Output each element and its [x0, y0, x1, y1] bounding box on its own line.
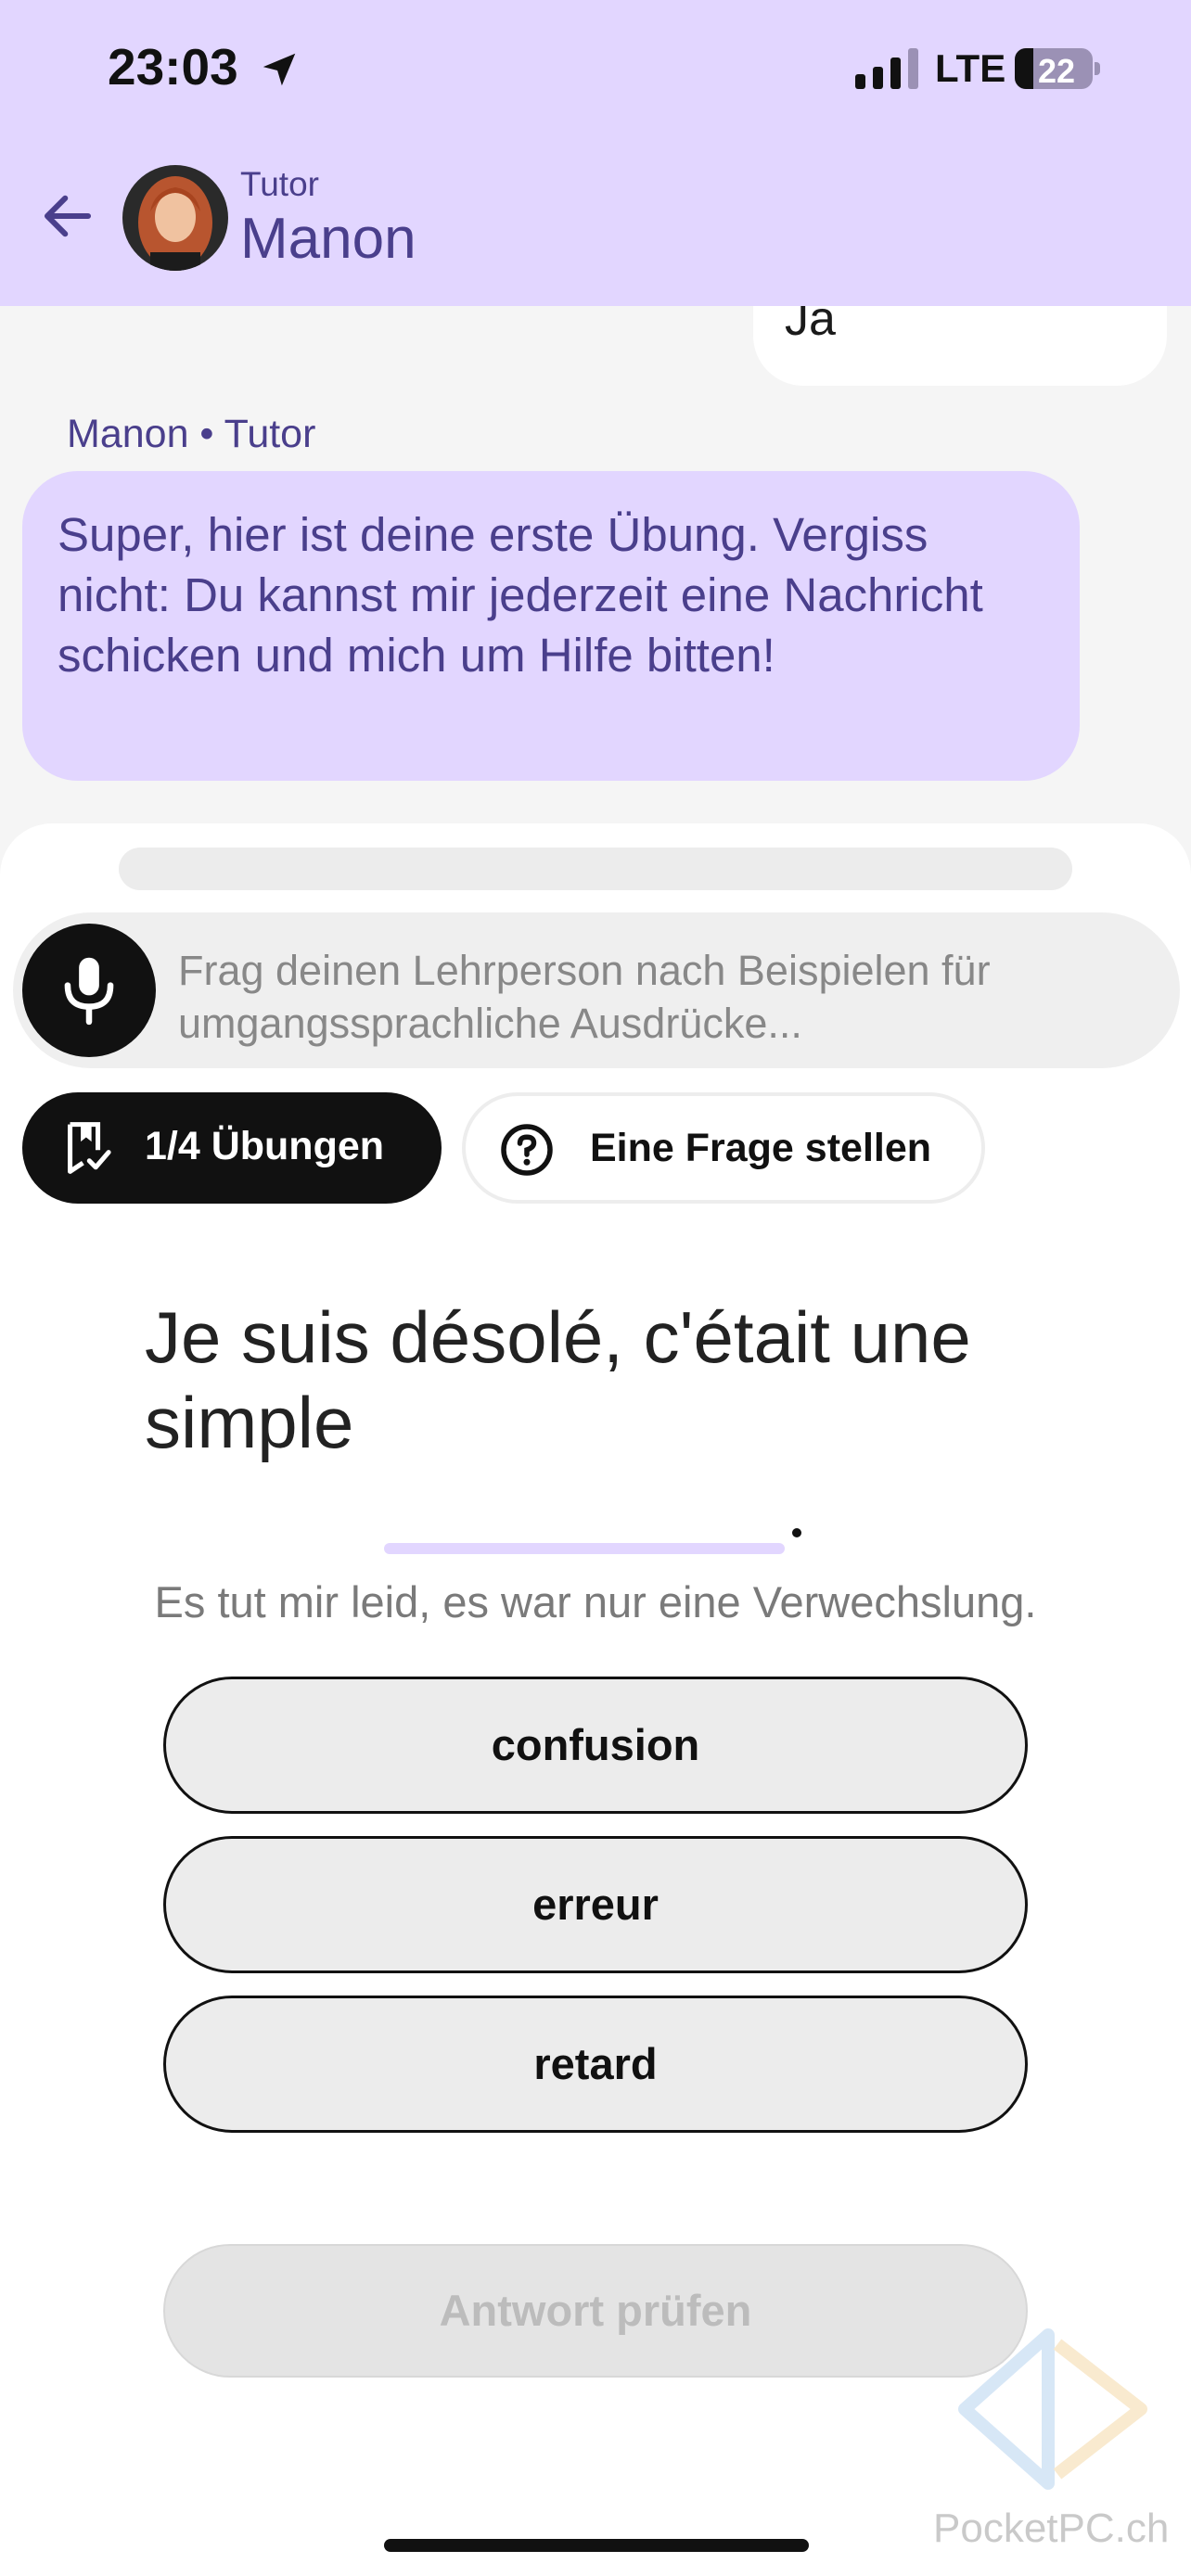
location-arrow-icon	[263, 53, 296, 86]
exercise-translation: Es tut mir leid, es war nur eine Verwech…	[154, 1577, 1037, 1626]
ask-question-button[interactable]: Eine Frage stellen	[462, 1092, 985, 1204]
battery-level: 22	[1037, 52, 1076, 90]
back-arrow-icon[interactable]	[37, 185, 98, 247]
sheet-drag-handle[interactable]	[119, 848, 1072, 890]
message-input-placeholder: Frag deinen Lehrperson nach Beispielen f…	[178, 947, 991, 1047]
signal-icon	[855, 48, 918, 89]
tutor-message-bubble: Super, hier ist deine erste Übung. Vergi…	[22, 471, 1080, 781]
question-circle-icon	[501, 1124, 553, 1176]
answer-option[interactable]: retard	[163, 1996, 1028, 2133]
microphone-icon	[64, 957, 114, 1026]
battery-icon: 22	[1015, 48, 1100, 90]
exercise-sentence: Je suis désolé, c'était une simple	[145, 1296, 971, 1463]
home-indicator	[384, 2539, 809, 2552]
header-title: Manon	[240, 207, 416, 271]
sentence-period	[792, 1528, 801, 1537]
app-header: 23:03 LTE 22 Tutor Manon	[0, 0, 1191, 306]
ask-question-label: Eine Frage stellen	[590, 1126, 932, 1170]
answer-option[interactable]: confusion	[163, 1677, 1028, 1814]
answer-option[interactable]: erreur	[163, 1836, 1028, 1973]
mic-button[interactable]	[22, 924, 156, 1057]
pocketpc-logo	[958, 2328, 1147, 2490]
exercises-progress-button[interactable]: 1/4 Übungen	[22, 1092, 442, 1204]
header-subtitle: Tutor	[240, 165, 319, 203]
bookmark-check-icon	[68, 1122, 111, 1174]
tutor-message-meta: Manon • Tutor	[67, 412, 316, 456]
network-label: LTE	[935, 46, 1006, 90]
answer-blank[interactable]	[384, 1543, 785, 1554]
exercises-progress-label: 1/4 Übungen	[145, 1124, 385, 1168]
avatar[interactable]	[122, 165, 228, 271]
status-time: 23:03	[108, 38, 238, 96]
watermark-text: PocketPC.ch	[933, 2506, 1170, 2551]
check-answer-button[interactable]: Antwort prüfen	[163, 2244, 1028, 2378]
